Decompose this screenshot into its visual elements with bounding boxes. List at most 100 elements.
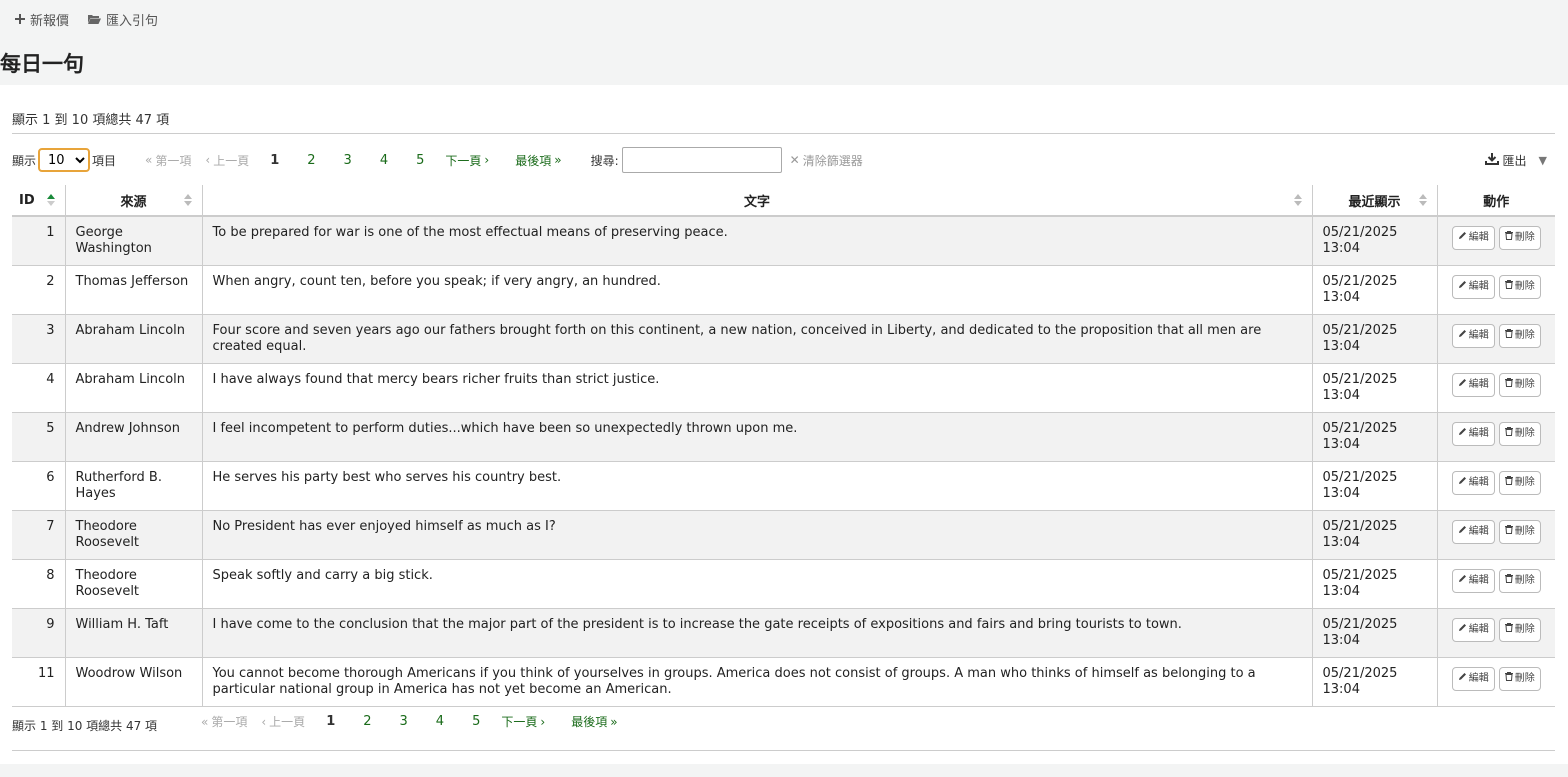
edit-button[interactable]: 編輯: [1451, 373, 1495, 397]
first-page-button[interactable]: «第一項: [138, 152, 198, 169]
table-header: ID 來源 文字 最近顯示 動作: [12, 185, 1555, 217]
edit-button[interactable]: 編輯: [1451, 618, 1495, 642]
page-button-3[interactable]: 3: [386, 714, 422, 729]
trash-icon: [1504, 279, 1513, 295]
time: 13:04: [1322, 290, 1360, 305]
date: 05/21/2025: [1322, 617, 1398, 632]
double-chevron-left-icon: «: [201, 714, 209, 729]
quotes-table: ID 來源 文字 最近顯示 動作 1 George Washington To be…: [12, 185, 1555, 707]
edit-button[interactable]: 編輯: [1451, 520, 1495, 544]
column-header-id[interactable]: ID: [12, 185, 65, 217]
clear-filter-button[interactable]: ✕ 清除篩選器: [790, 152, 863, 169]
edit-button[interactable]: 編輯: [1451, 226, 1495, 250]
cell-id: 5: [12, 412, 65, 462]
table-row: 7 Theodore Roosevelt No President has ever…: [12, 510, 1555, 560]
prev-page-button[interactable]: ‹ 上一頁: [198, 152, 256, 169]
cell-text: Speak softly and carry a big stick.: [201, 559, 1312, 609]
next-page-button[interactable]: 下一頁 ›: [494, 713, 552, 730]
edit-button[interactable]: 編輯: [1451, 422, 1495, 446]
date: 05/21/2025: [1322, 372, 1398, 387]
edit-button[interactable]: 編輯: [1451, 569, 1495, 593]
delete-button[interactable]: 刪除: [1498, 569, 1541, 593]
last-page-button[interactable]: 最後項»: [508, 152, 568, 169]
edit-button[interactable]: 編輯: [1451, 667, 1495, 691]
page-button-3[interactable]: 3: [330, 153, 366, 168]
next-page-button[interactable]: 下一頁 ›: [438, 152, 496, 169]
page-button-2[interactable]: 2: [349, 714, 385, 729]
cell-actions: 編輯 刪除: [1436, 608, 1555, 658]
cell-source: George Washington: [64, 216, 202, 266]
prev-page-button[interactable]: ‹ 上一頁: [254, 713, 312, 730]
time: 13:04: [1322, 388, 1360, 403]
delete-button[interactable]: 刪除: [1498, 422, 1541, 446]
edit-button[interactable]: 編輯: [1451, 471, 1495, 495]
page-button-5[interactable]: 5: [458, 714, 494, 729]
table-info: 顯示 1 到 10 項總共 47 項: [12, 113, 170, 128]
trash-icon: [1504, 671, 1513, 687]
time: 13:04: [1322, 682, 1360, 697]
trash-icon: [1504, 475, 1513, 491]
search-label: 搜尋:: [590, 153, 619, 168]
new-quote-button[interactable]: 新報價: [14, 10, 69, 29]
trash-icon: [1504, 230, 1513, 246]
cell-actions: 編輯 刪除: [1436, 216, 1555, 266]
import-quotes-button[interactable]: 匯入引句: [87, 10, 158, 29]
cell-id: 2: [12, 265, 65, 315]
delete-button[interactable]: 刪除: [1498, 667, 1541, 691]
pagination-top: «第一項 ‹ 上一頁 1 2 3 4 5 下一頁 › 最後項»: [138, 152, 569, 169]
cell-last-shown: 05/21/2025 13:04: [1311, 216, 1437, 266]
cell-id: 8: [12, 559, 65, 609]
search-input[interactable]: [621, 147, 782, 173]
trash-icon: [1504, 622, 1513, 638]
cell-actions: 編輯 刪除: [1436, 265, 1555, 315]
import-quotes-label: 匯入引句: [106, 13, 159, 29]
cell-actions: 編輯 刪除: [1436, 559, 1555, 609]
last-page-button[interactable]: 最後項»: [564, 713, 624, 730]
delete-button[interactable]: 刪除: [1498, 275, 1541, 299]
edit-button[interactable]: 編輯: [1451, 324, 1495, 348]
close-icon: ✕: [789, 153, 800, 167]
column-header-source[interactable]: 來源: [64, 185, 202, 217]
folder-open-icon: [87, 13, 102, 25]
page-button-1[interactable]: 1: [256, 153, 293, 168]
cell-source: Abraham Lincoln: [64, 363, 202, 413]
column-header-actions: 動作: [1436, 185, 1555, 217]
cell-text: I have come to the conclusion that the m…: [201, 608, 1312, 658]
chevron-right-icon: ›: [484, 153, 490, 167]
page-button-1[interactable]: 1: [312, 714, 349, 729]
sort-icon: [1418, 194, 1427, 206]
table-row: 9 William H. Taft I have come to the concl…: [12, 608, 1555, 658]
column-header-text[interactable]: 文字: [201, 185, 1312, 217]
page-button-4[interactable]: 4: [366, 153, 402, 168]
delete-button[interactable]: 刪除: [1498, 373, 1541, 397]
time: 13:04: [1322, 241, 1360, 256]
cell-last-shown: 05/21/2025 13:04: [1311, 559, 1437, 609]
trash-icon: [1504, 328, 1513, 344]
time: 13:04: [1322, 633, 1360, 648]
date: 05/21/2025: [1322, 519, 1398, 534]
cell-last-shown: 05/21/2025 13:04: [1311, 265, 1437, 315]
page-length-select[interactable]: 10: [38, 148, 91, 172]
cell-id: 9: [12, 608, 65, 658]
page-button-2[interactable]: 2: [293, 153, 329, 168]
delete-button[interactable]: 刪除: [1498, 618, 1541, 642]
cell-actions: 編輯 刪除: [1436, 314, 1555, 364]
delete-button[interactable]: 刪除: [1498, 471, 1541, 495]
column-header-last-shown[interactable]: 最近顯示: [1311, 185, 1437, 217]
cell-last-shown: 05/21/2025 13:04: [1311, 608, 1437, 658]
page-button-4[interactable]: 4: [422, 714, 458, 729]
cell-id: 3: [12, 314, 65, 364]
sort-icon: [183, 194, 192, 206]
new-quote-label: 新報價: [30, 13, 70, 29]
edit-button[interactable]: 編輯: [1451, 275, 1495, 299]
export-button[interactable]: 匯出 ▼: [1484, 152, 1547, 169]
delete-button[interactable]: 刪除: [1498, 226, 1541, 250]
delete-button[interactable]: 刪除: [1498, 520, 1541, 544]
time: 13:04: [1322, 437, 1360, 452]
date: 05/21/2025: [1322, 225, 1398, 240]
cell-id: 1: [12, 216, 65, 266]
first-page-button[interactable]: «第一項: [194, 713, 254, 730]
delete-button[interactable]: 刪除: [1498, 324, 1541, 348]
cell-source: Andrew Johnson: [64, 412, 202, 462]
page-button-5[interactable]: 5: [402, 153, 438, 168]
